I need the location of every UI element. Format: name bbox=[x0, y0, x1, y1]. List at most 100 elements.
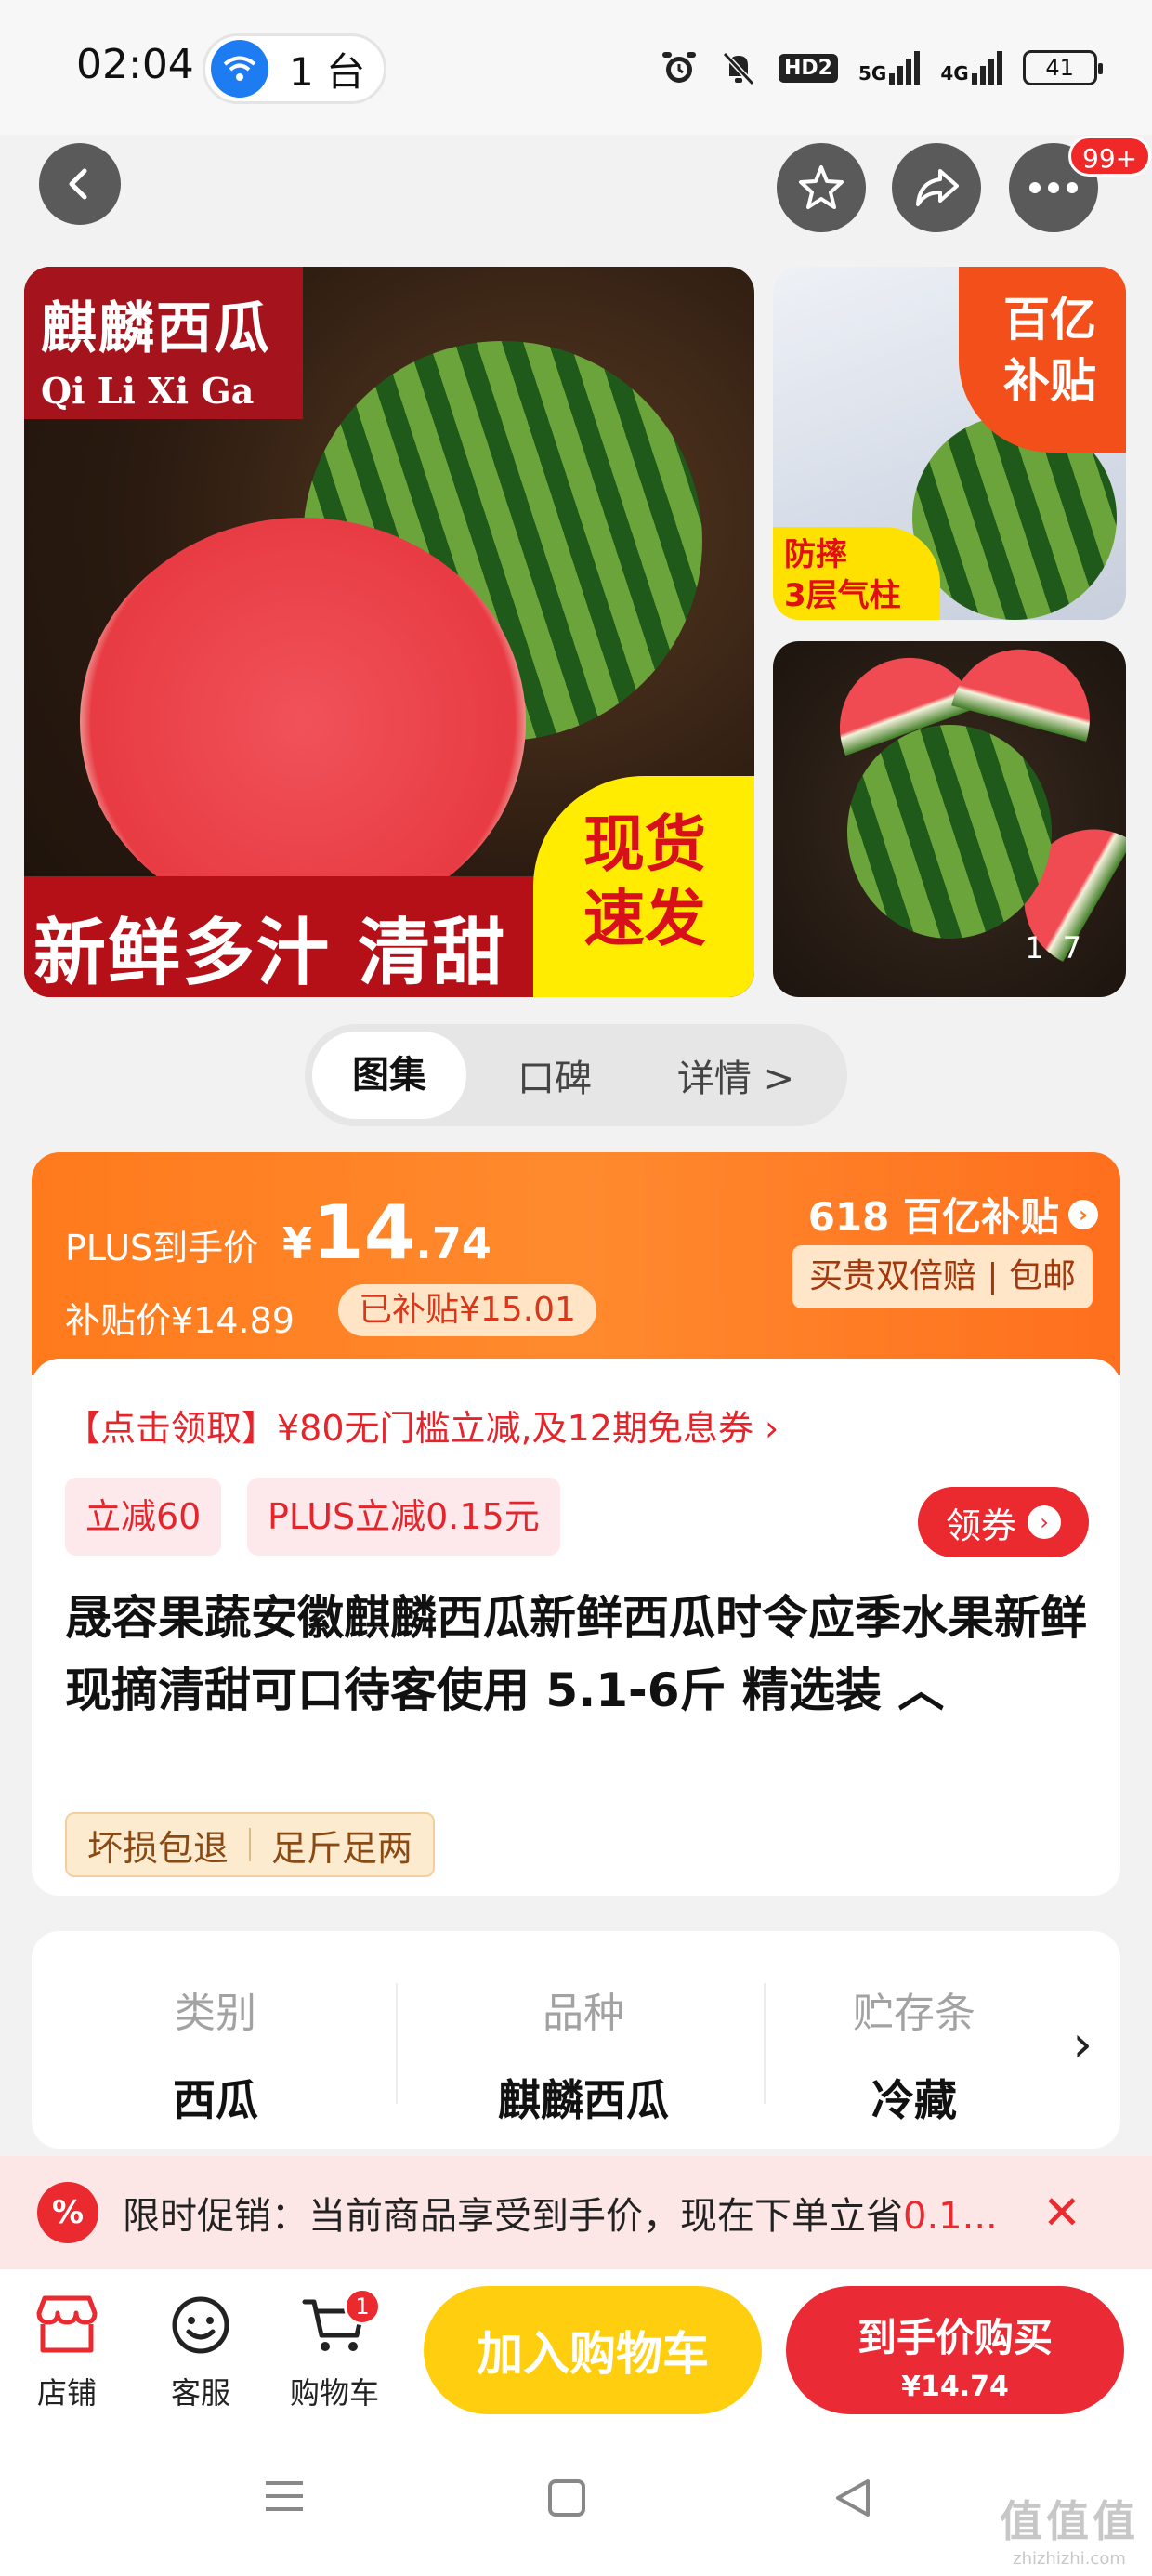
cart-count-badge: 1 bbox=[344, 2288, 381, 2325]
spec-storage: 贮存条 冷藏 bbox=[793, 1979, 1035, 2128]
tab-reviews[interactable]: 口碑 bbox=[466, 1048, 643, 1102]
discount-percent-icon: % bbox=[37, 2182, 98, 2243]
price-card: PLUS到手价 ¥14.74 补贴价¥14.89 已补贴¥15.01 618 百… bbox=[32, 1152, 1120, 1896]
discount-tag: 立减60 bbox=[65, 1478, 222, 1556]
system-navigation-bar: 值值值 zhizhizhi.com bbox=[0, 2418, 1152, 2576]
watermelon-on-board bbox=[847, 725, 1052, 939]
network-type-4g: 4G bbox=[940, 62, 969, 85]
share-button[interactable] bbox=[892, 143, 981, 232]
coupon-claim-link[interactable]: 【点击领取】¥80无门槛立减,及12期免息券 › bbox=[65, 1400, 779, 1451]
protect-tag-line2: 3层气柱 bbox=[784, 577, 901, 614]
chevron-right-icon[interactable]: › bbox=[1072, 2015, 1093, 2073]
get-coupon-button[interactable]: 领券 › bbox=[918, 1487, 1089, 1557]
service-tag-weight: 足斤足两 bbox=[271, 1827, 413, 1869]
battery-icon: 41 bbox=[1022, 50, 1103, 85]
promo-618-link[interactable]: 618 百亿补贴 › bbox=[808, 1186, 1098, 1242]
wifi-hotspot-icon bbox=[211, 40, 268, 98]
promo-banner[interactable]: % 限时促销：当前商品享受到手价，现在下单立省0.1... ✕ bbox=[0, 2156, 1152, 2269]
smiley-chat-icon bbox=[172, 2296, 229, 2354]
status-bar: 02:04 1 台 HD2 5G 4G 41 bbox=[0, 0, 1152, 135]
service-tag-return: 坏损包退 bbox=[87, 1827, 229, 1869]
cart-button[interactable]: 1 购物车 bbox=[279, 2288, 390, 2412]
hotspot-indicator[interactable]: 1 台 bbox=[203, 33, 386, 104]
alarm-icon bbox=[662, 52, 696, 83]
menu-lines-icon bbox=[266, 2481, 303, 2511]
signal-4g-icon: 4G bbox=[940, 51, 1002, 85]
specs-card[interactable]: 类别 西瓜 品种 麒麟西瓜 贮存条 冷藏 › bbox=[32, 1931, 1120, 2149]
status-time: 02:04 bbox=[76, 41, 194, 88]
promo-message: 限时促销：当前商品享受到手价，现在下单立省 bbox=[123, 2195, 903, 2238]
service-tags[interactable]: 坏损包退 足斤足两 bbox=[65, 1812, 436, 1877]
favorite-button[interactable] bbox=[777, 143, 866, 232]
home-nav-button[interactable] bbox=[546, 2477, 587, 2522]
product-title[interactable]: 晟容果蔬安徽麒麟西瓜新鲜西瓜时令应季水果新鲜现摘清甜可口待客使用 5.1-6斤 … bbox=[65, 1582, 1087, 1727]
shop-button[interactable]: 店铺 bbox=[11, 2288, 123, 2412]
image-title-cn: 麒麟西瓜 bbox=[41, 296, 271, 361]
image-title-box: 麒麟西瓜 Qi Li Xi Ga bbox=[24, 267, 303, 419]
gallery-tab-switcher: 图集 口碑 详情 > bbox=[305, 1024, 847, 1126]
menu-nav-button[interactable] bbox=[262, 2477, 307, 2518]
promo-618-text: 618 百亿补贴 bbox=[807, 1194, 1059, 1240]
protect-tag-line1: 防摔 bbox=[784, 536, 847, 573]
stock-badge-line2: 速发 bbox=[583, 883, 706, 954]
chevron-left-icon bbox=[69, 168, 87, 200]
spec-key: 贮存条 bbox=[853, 1990, 975, 2037]
promo-saving: 0.1... bbox=[903, 2195, 998, 2238]
spec-value: 西瓜 bbox=[173, 2075, 258, 2125]
cut-watermelon bbox=[80, 518, 526, 927]
plus-price-decimal: .74 bbox=[415, 1218, 491, 1268]
watermelon-slice bbox=[951, 641, 1106, 743]
guarantee-badge: 买贵双倍赔 | 包邮 bbox=[792, 1245, 1093, 1308]
close-icon[interactable]: ✕ bbox=[1042, 2186, 1081, 2240]
watermark: 值值值 zhizhizhi.com bbox=[1000, 2488, 1139, 2569]
image-title-pinyin: Qi Li Xi Ga bbox=[41, 370, 255, 412]
plus-price: ¥14.74 bbox=[282, 1189, 491, 1276]
main-product-image[interactable]: 麒麟西瓜 Qi Li Xi Ga 新鲜多汁 清甜 现货 速发 bbox=[24, 267, 754, 997]
thumbnail-slices[interactable]: 17 bbox=[773, 641, 1126, 997]
hotspot-count: 1 台 bbox=[289, 48, 366, 95]
buy-now-price: ¥14.74 bbox=[901, 2371, 1009, 2403]
watermark-text: 值值值 bbox=[1000, 2496, 1139, 2546]
network-type-5g: 5G bbox=[857, 62, 887, 85]
divider bbox=[396, 1983, 398, 2104]
customer-service-button[interactable]: 客服 bbox=[145, 2288, 256, 2412]
bottom-action-bar: 店铺 客服 1 购物车 加入购物车 到手价购买 ¥14.74 bbox=[0, 2269, 1152, 2418]
chevron-right-icon: › bbox=[1068, 1199, 1098, 1229]
image-counter: 17 bbox=[1025, 930, 1100, 966]
battery-level: 41 bbox=[1045, 55, 1074, 81]
image-counter-total: 7 bbox=[1062, 930, 1100, 966]
subsidy-badge-line1: 百亿 bbox=[1003, 293, 1096, 347]
plus-discount-tag: PLUS立减0.15元 bbox=[247, 1478, 560, 1556]
back-nav-button[interactable] bbox=[832, 2477, 873, 2522]
promo-text: 限时促销：当前商品享受到手价，现在下单立省0.1... bbox=[123, 2186, 1024, 2240]
star-icon bbox=[799, 165, 844, 209]
shop-label: 店铺 bbox=[36, 2375, 97, 2411]
chevron-right-icon: › bbox=[1028, 1505, 1061, 1539]
get-coupon-label: 领券 bbox=[945, 1505, 1016, 1546]
plus-price-label: PLUS到手价 bbox=[65, 1228, 259, 1268]
back-button[interactable] bbox=[39, 143, 121, 225]
spec-category: 类别 西瓜 bbox=[32, 1979, 399, 2128]
divider bbox=[764, 1983, 766, 2104]
store-icon bbox=[36, 2295, 98, 2353]
subsidy-badge-line2: 补贴 bbox=[1003, 354, 1096, 408]
spec-value: 麒麟西瓜 bbox=[498, 2075, 669, 2125]
spec-key: 类别 bbox=[175, 1990, 256, 2037]
tab-details[interactable]: 详情 > bbox=[643, 1048, 829, 1102]
buy-now-label: 到手价购买 bbox=[857, 2315, 1053, 2360]
tab-gallery[interactable]: 图集 bbox=[312, 1032, 466, 1119]
spec-key: 品种 bbox=[543, 1990, 624, 2037]
mute-bell-icon bbox=[722, 51, 755, 86]
drop-protection-tag: 防摔 3层气柱 bbox=[773, 527, 940, 620]
image-counter-current: 1 bbox=[1025, 930, 1063, 966]
plus-price-integer: 14 bbox=[312, 1189, 416, 1276]
buy-now-button[interactable]: 到手价购买 ¥14.74 bbox=[786, 2286, 1124, 2414]
thumbnail-packaging[interactable]: 百亿 补贴 防摔 3层气柱 bbox=[773, 267, 1126, 620]
cart-label: 购物车 bbox=[289, 2375, 379, 2411]
add-to-cart-button[interactable]: 加入购物车 bbox=[424, 2286, 762, 2414]
spec-variety: 品种 麒麟西瓜 bbox=[399, 1979, 767, 2128]
more-dots-icon bbox=[1029, 182, 1078, 193]
plus-price-currency: ¥ bbox=[282, 1218, 313, 1268]
signal-5g-icon: 5G bbox=[857, 51, 921, 85]
price-header: PLUS到手价 ¥14.74 补贴价¥14.89 已补贴¥15.01 618 百… bbox=[32, 1152, 1120, 1375]
